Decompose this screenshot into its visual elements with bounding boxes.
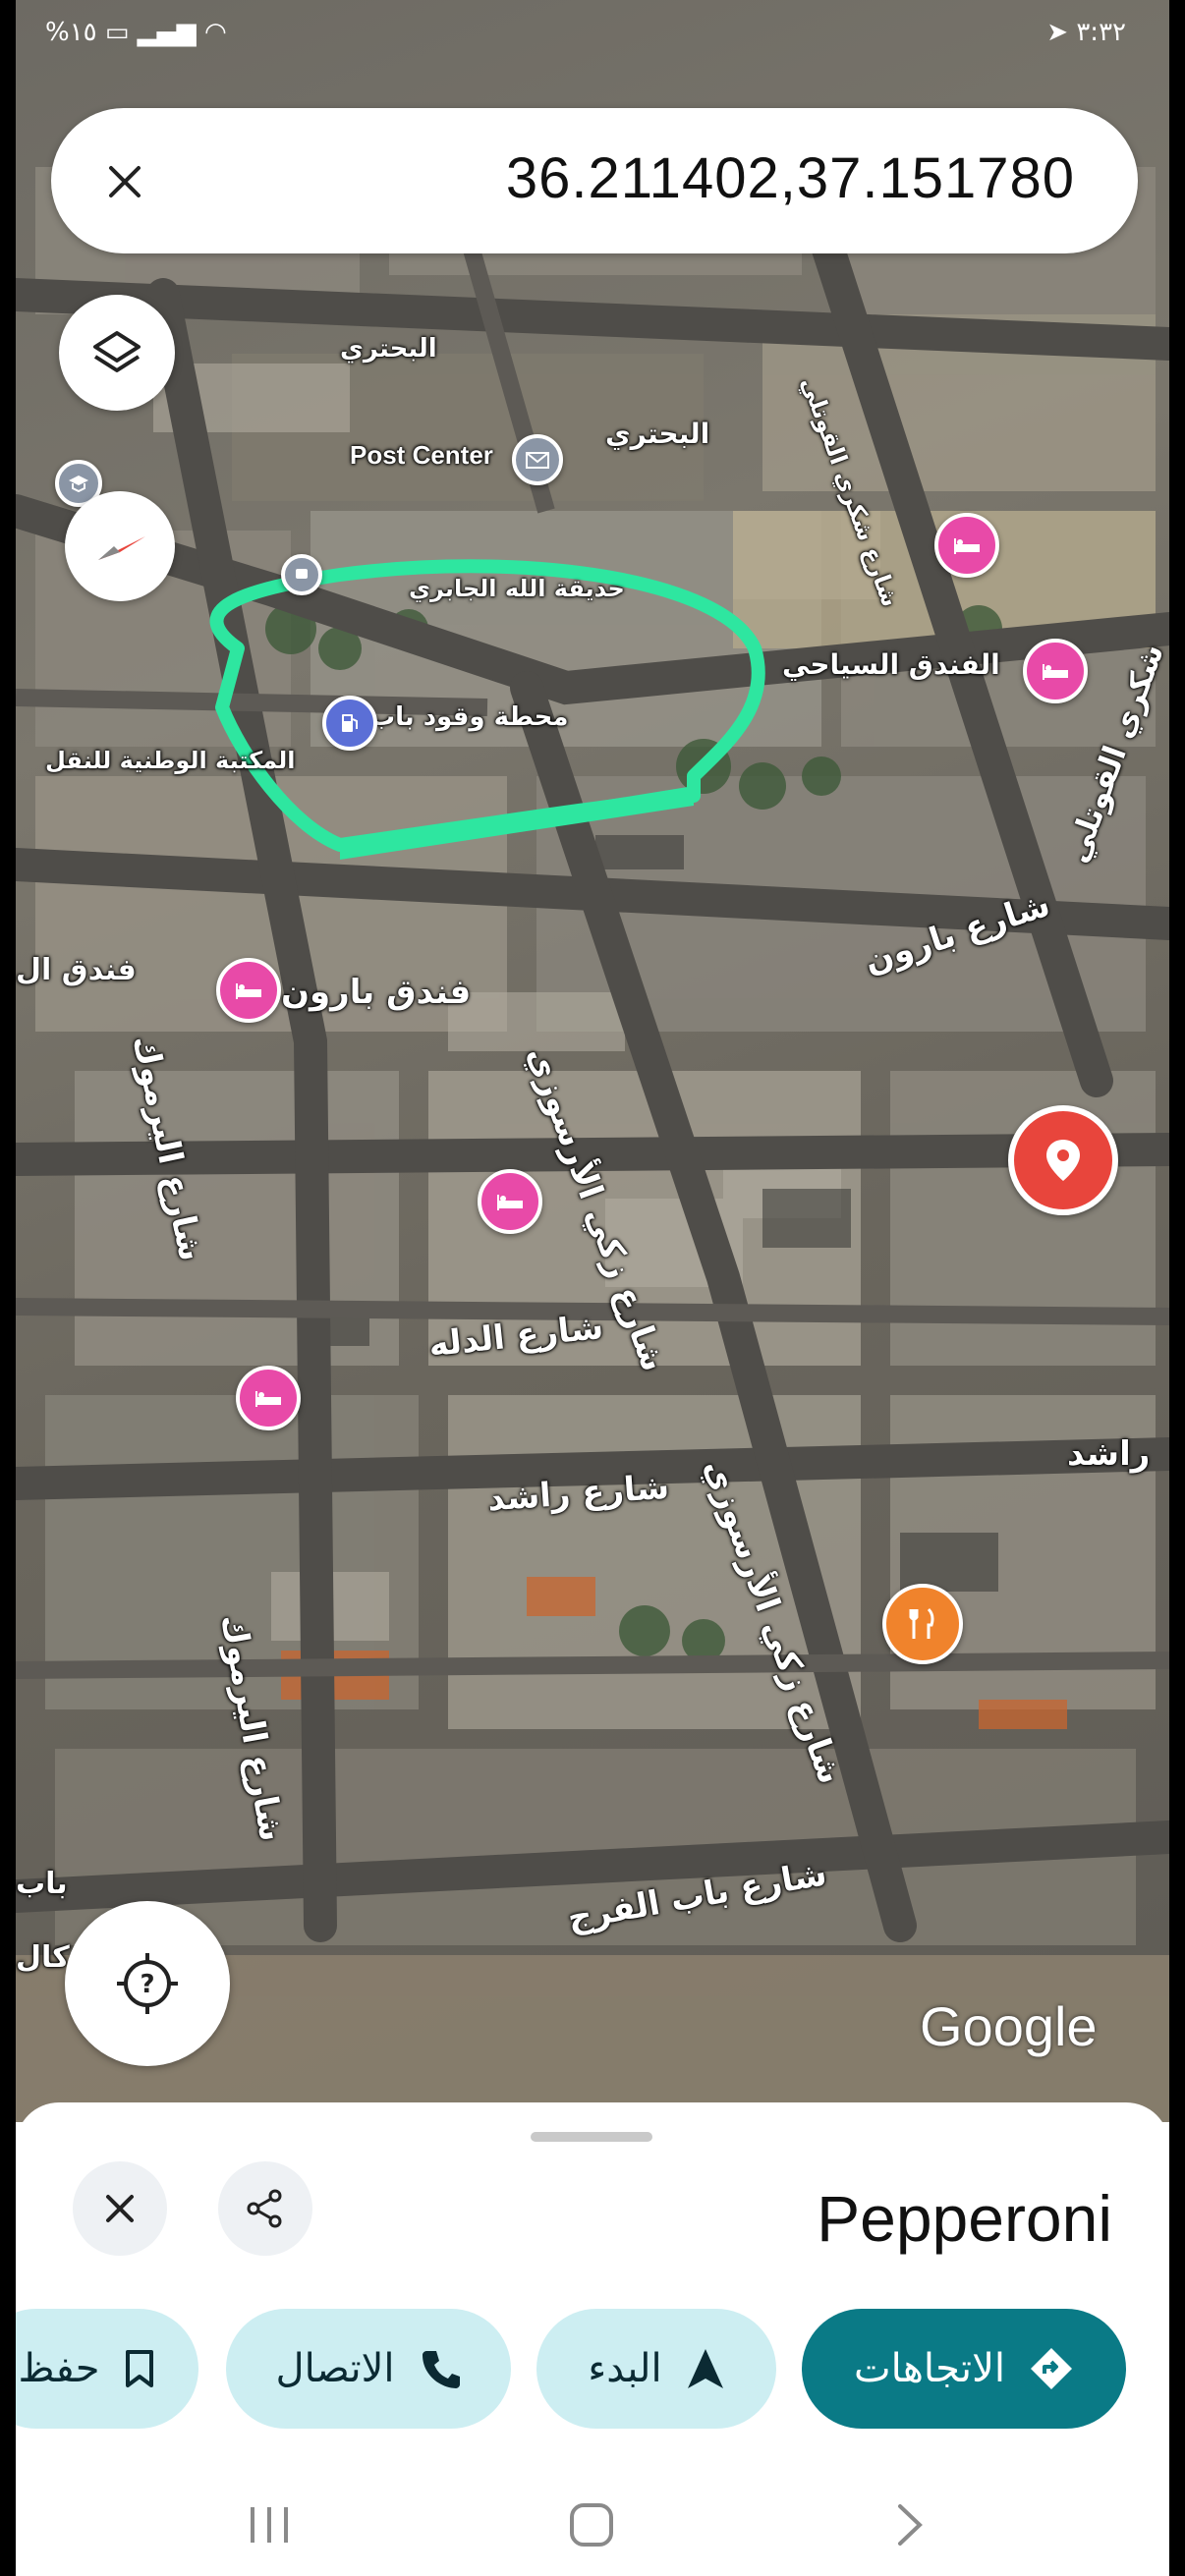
svg-text:?: ? — [140, 1970, 154, 1999]
hotel-icon[interactable] — [934, 513, 999, 578]
status-left: %١٥ ▭ ▂▄▆ ◠ — [45, 18, 227, 47]
phone-icon — [422, 2351, 460, 2388]
sheet-drag-handle[interactable] — [531, 2132, 652, 2142]
map-label-hotel: الفندق السياحي — [782, 648, 1000, 681]
hotel-icon[interactable] — [478, 1169, 542, 1234]
place-sheet[interactable]: Pepperoni حفظ الاتصال البدء الاتجاهات — [16, 2102, 1169, 2576]
directions-icon — [1031, 2348, 1072, 2389]
map-label-garden: حديقة الله الجابري — [409, 575, 625, 602]
map-label-bahtari: البحتري — [605, 418, 710, 450]
battery-percent: %١٥ — [45, 18, 97, 47]
compass-button[interactable] — [65, 491, 175, 601]
map-label-post-center: Post Center — [350, 440, 493, 470]
close-sheet-button[interactable] — [73, 2161, 167, 2256]
signal-icon: ▂▄▆ — [137, 18, 197, 47]
call-label: الاتصال — [275, 2346, 395, 2391]
action-chips: حفظ الاتصال البدء الاتجاهات — [16, 2309, 1169, 2431]
layers-button[interactable] — [59, 295, 175, 411]
recent-apps-button[interactable] — [240, 2495, 299, 2554]
map-label-baron-hotel: فندق بارون — [281, 973, 472, 1012]
map-imagery — [16, 150, 1169, 2122]
back-chevron-icon — [898, 2504, 923, 2546]
map-label-rashed-right: راشد — [1067, 1434, 1151, 1474]
location-question-icon: ? — [117, 1953, 178, 2014]
status-bar: %١٥ ▭ ▂▄▆ ◠ ➤ ٣:٣٢ — [16, 0, 1169, 73]
share-button[interactable] — [218, 2161, 312, 2256]
save-label: حفظ — [18, 2346, 100, 2391]
hotel-icon[interactable] — [1023, 639, 1088, 703]
system-nav-bar — [16, 2476, 1169, 2576]
directions-button[interactable]: الاتجاهات — [802, 2309, 1126, 2429]
recent-apps-icon — [251, 2507, 288, 2543]
screen: البحتري البحتري Post Center شارع شكري ال… — [16, 0, 1169, 2576]
close-icon — [106, 2195, 134, 2222]
map-label-hotel-partial: فندق ال — [16, 953, 137, 987]
status-time: ٣:٣٢ — [1076, 18, 1126, 47]
transit-icon[interactable] — [281, 554, 322, 595]
home-button[interactable] — [562, 2495, 621, 2554]
navigation-arrow-icon — [687, 2349, 723, 2388]
map-label-kal: كال — [16, 1940, 70, 1975]
telegram-icon: ➤ — [1046, 18, 1069, 47]
post-office-icon[interactable] — [512, 434, 563, 485]
layers-icon — [93, 331, 141, 372]
wifi-icon: ◠ — [204, 18, 227, 47]
battery-icon: ▭ — [104, 18, 130, 47]
search-query[interactable]: 36.211402,37.151780 — [506, 145, 1075, 211]
bookmark-icon — [126, 2350, 154, 2387]
google-logo: Google — [920, 1995, 1098, 2057]
location-accuracy-button[interactable]: ? — [65, 1901, 230, 2066]
satellite-map[interactable]: البحتري البحتري Post Center شارع شكري ال… — [16, 0, 1169, 2122]
map-label-library: المكتبة الوطنية للنقل — [45, 747, 296, 774]
back-button[interactable] — [880, 2495, 939, 2554]
save-button[interactable]: حفظ — [16, 2309, 198, 2429]
hotel-icon[interactable] — [236, 1366, 301, 1430]
start-button[interactable]: البدء — [536, 2309, 776, 2429]
map-label-bab: باب — [16, 1867, 68, 1901]
place-name: Pepperoni — [817, 2182, 1112, 2255]
map-label-fuel-station: محطة وقود باب — [369, 702, 569, 732]
location-pin-icon[interactable] — [1008, 1105, 1118, 1215]
map-label-bahtari: البحتري — [340, 334, 437, 364]
call-button[interactable]: الاتصال — [226, 2309, 511, 2429]
compass-icon — [98, 536, 145, 560]
close-icon[interactable] — [90, 147, 159, 216]
share-icon — [247, 2189, 282, 2228]
gas-station-icon[interactable] — [322, 696, 377, 751]
hotel-icon[interactable] — [216, 958, 281, 1023]
restaurant-icon[interactable] — [882, 1584, 963, 1664]
home-icon — [570, 2503, 613, 2547]
directions-label: الاتجاهات — [853, 2346, 1005, 2391]
start-label: البدء — [588, 2346, 662, 2391]
status-right: ➤ ٣:٣٢ — [1046, 18, 1126, 47]
search-box[interactable]: 36.211402,37.151780 — [51, 108, 1138, 253]
